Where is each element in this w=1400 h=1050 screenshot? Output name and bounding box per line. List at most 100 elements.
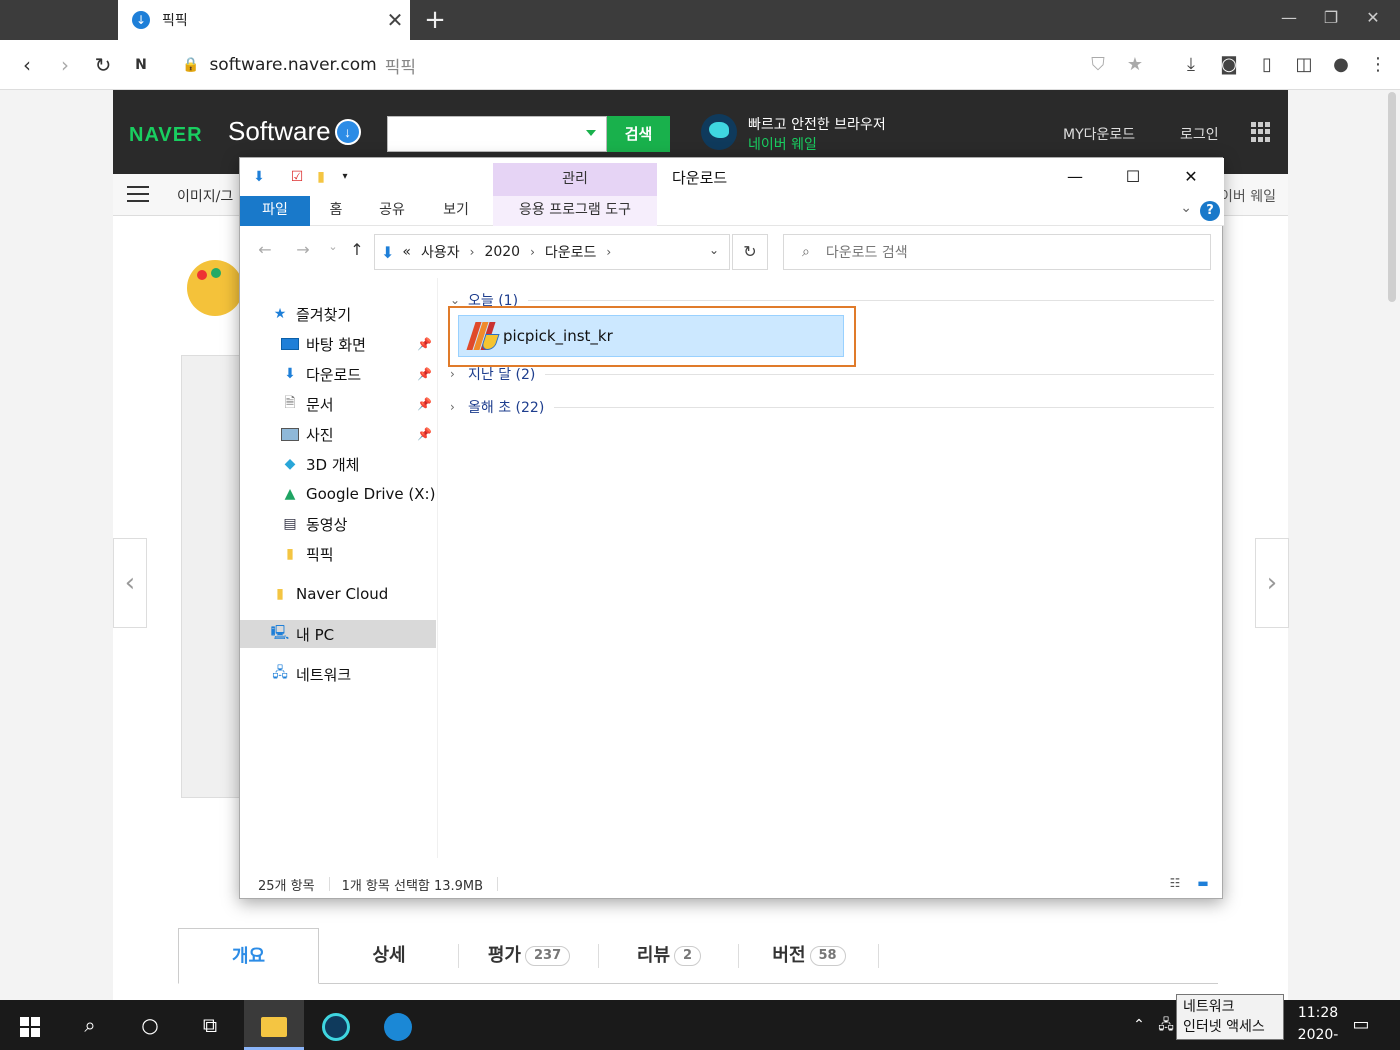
maximize-icon[interactable]: ☐ bbox=[1104, 162, 1162, 192]
nav-videos[interactable]: ▤ 동영상 bbox=[240, 510, 436, 538]
prev-arrow-icon[interactable]: ‹ bbox=[113, 538, 147, 628]
nav-3d-objects[interactable]: ◆ 3D 개체 bbox=[240, 450, 436, 478]
group-earlier-this-year[interactable]: › 올해 초 (22) bbox=[450, 395, 1214, 419]
sidebar-icon[interactable]: ◫ bbox=[1291, 52, 1317, 78]
chevron-right-icon[interactable]: › bbox=[450, 367, 462, 381]
chevron-up-icon[interactable]: ⌃ bbox=[1124, 1000, 1154, 1050]
minimize-icon[interactable]: — bbox=[1046, 162, 1104, 192]
pin-icon[interactable]: 📌 bbox=[417, 337, 432, 351]
search-icon[interactable]: ⌕ bbox=[60, 1000, 120, 1050]
notification-icon[interactable]: ▭ bbox=[1346, 1000, 1376, 1050]
close-icon[interactable]: ✕ bbox=[1162, 162, 1220, 192]
nav-quick-access[interactable]: ★ 즐겨찾기 bbox=[240, 300, 436, 328]
naver-logo[interactable]: NAVER bbox=[129, 124, 203, 147]
large-icons-view-icon[interactable]: ▬ bbox=[1194, 876, 1212, 890]
chevron-right-icon[interactable]: › bbox=[470, 245, 475, 259]
nav-desktop[interactable]: 바탕 화면 📌 bbox=[240, 330, 436, 358]
pin-icon[interactable]: 📌 bbox=[417, 427, 432, 441]
qat-dropdown-icon[interactable]: ▾ bbox=[336, 168, 354, 186]
apps-grid-icon[interactable] bbox=[1251, 122, 1271, 142]
crumb-2020[interactable]: 2020 bbox=[484, 244, 520, 260]
browser-tab-active[interactable]: ↓ 픽픽 ✕ bbox=[118, 0, 410, 40]
network-tray-icon[interactable]: 🖧 bbox=[1154, 1000, 1178, 1050]
new-tab-button[interactable]: + bbox=[420, 4, 450, 36]
up-icon[interactable]: ↑ bbox=[346, 240, 368, 262]
new-folder-icon[interactable]: ▮ bbox=[312, 168, 330, 186]
recent-dropdown-icon[interactable]: ⌄ bbox=[322, 240, 344, 262]
hamburger-menu-icon[interactable] bbox=[127, 186, 149, 204]
menu-icon[interactable]: ⋮ bbox=[1365, 52, 1391, 78]
dropdown-arrow-icon[interactable] bbox=[586, 130, 596, 136]
nav-documents[interactable]: 🗎 문서 📌 bbox=[240, 390, 436, 418]
ribbon-expand-icon[interactable]: ⌄ bbox=[1180, 200, 1192, 216]
next-arrow-icon[interactable]: › bbox=[1255, 538, 1289, 628]
login-link[interactable]: 로그인 bbox=[1180, 124, 1219, 144]
category-link[interactable]: 이미지/그 bbox=[177, 186, 233, 206]
naver-search-button[interactable]: 검색 bbox=[607, 116, 670, 152]
address-bar[interactable]: ⬇ « 사용자 › 2020 › 다운로드 › ⌄ bbox=[374, 234, 730, 270]
address-dropdown-icon[interactable]: ⌄ bbox=[709, 243, 719, 257]
camera-icon[interactable]: ◙ bbox=[1216, 52, 1242, 78]
software-logo[interactable]: Software ↓ bbox=[228, 116, 361, 147]
group-last-month[interactable]: › 지난 달 (2) bbox=[450, 362, 1214, 386]
star-icon[interactable]: ★ bbox=[1122, 52, 1148, 78]
file-explorer-taskbar-icon[interactable] bbox=[244, 1000, 304, 1050]
chevron-right-icon[interactable]: › bbox=[450, 400, 462, 414]
whale-promo-line2[interactable]: 네이버 웨일 bbox=[748, 134, 817, 154]
back-icon[interactable]: ‹ bbox=[12, 50, 42, 80]
forward-icon[interactable]: → bbox=[292, 240, 314, 262]
tab-version[interactable]: 버전 58 bbox=[739, 928, 879, 984]
reload-icon[interactable]: ↻ bbox=[88, 50, 118, 80]
page-scrollbar[interactable] bbox=[1388, 92, 1396, 302]
close-tab-icon[interactable]: ✕ bbox=[380, 8, 410, 32]
pin-icon[interactable]: 📌 bbox=[417, 397, 432, 411]
nav-network[interactable]: 🖧 네트워크 bbox=[240, 660, 436, 688]
download-icon[interactable]: ⤓ bbox=[1178, 52, 1204, 78]
profile-icon[interactable]: ● bbox=[1328, 52, 1354, 78]
tab-overview[interactable]: 개요 bbox=[178, 928, 319, 984]
chevron-right-icon[interactable]: › bbox=[606, 245, 611, 259]
crumb-downloads[interactable]: 다운로드 bbox=[545, 242, 597, 262]
tab-detail[interactable]: 상세 bbox=[319, 928, 459, 984]
whale-promo-line1[interactable]: 빠르고 안전한 브라우저 bbox=[748, 114, 886, 134]
tab-home[interactable]: 홈 bbox=[318, 196, 354, 226]
naver-home-icon[interactable]: N bbox=[126, 50, 156, 80]
explorer-search-input[interactable]: ⌕ 다운로드 검색 bbox=[783, 234, 1211, 270]
nav-this-pc[interactable]: 🖳 내 PC bbox=[240, 620, 436, 648]
nav-pictures[interactable]: 사진 📌 bbox=[240, 420, 436, 448]
pin-icon[interactable]: 📌 bbox=[417, 367, 432, 381]
refresh-icon[interactable]: ↻ bbox=[732, 234, 768, 270]
tab-file[interactable]: 파일 bbox=[240, 196, 310, 226]
tab-review[interactable]: 리뷰 2 bbox=[599, 928, 739, 984]
shield-icon[interactable]: ⛉ bbox=[1085, 52, 1111, 78]
whale-logo-icon[interactable] bbox=[701, 114, 737, 150]
nav-google-drive[interactable]: ▲ Google Drive (X:) bbox=[240, 480, 436, 508]
edge-taskbar-icon[interactable] bbox=[368, 1000, 428, 1050]
tab-share[interactable]: 공유 bbox=[370, 196, 414, 226]
cortana-icon[interactable]: ○ bbox=[120, 1000, 180, 1050]
nav-picpick-folder[interactable]: ▮ 픽픽 bbox=[240, 540, 436, 568]
tab-rating[interactable]: 평가 237 bbox=[459, 928, 599, 984]
task-view-icon[interactable]: ⧉ bbox=[180, 1000, 240, 1050]
address-overflow[interactable]: « bbox=[402, 244, 411, 260]
whale-taskbar-icon[interactable] bbox=[306, 1000, 366, 1050]
chevron-right-icon[interactable]: › bbox=[530, 245, 535, 259]
minimize-icon[interactable]: — bbox=[1268, 0, 1310, 40]
nav-naver-cloud[interactable]: ▮ Naver Cloud bbox=[240, 580, 436, 608]
manage-context-tab[interactable]: 관리 bbox=[493, 163, 657, 196]
tab-app-tools[interactable]: 응용 프로그램 도구 bbox=[493, 196, 657, 226]
restore-icon[interactable]: ❐ bbox=[1310, 0, 1352, 40]
reader-icon[interactable]: ▯ bbox=[1254, 52, 1280, 78]
nav-downloads[interactable]: ⬇ 다운로드 📌 bbox=[240, 360, 436, 388]
my-download-link[interactable]: MY다운로드 bbox=[1063, 124, 1135, 144]
crumb-users[interactable]: 사용자 bbox=[421, 242, 460, 262]
clock[interactable]: 11:28 2020-10-26 bbox=[1288, 1002, 1348, 1050]
back-icon[interactable]: ← bbox=[254, 240, 276, 262]
naver-search-input[interactable] bbox=[387, 116, 607, 152]
details-view-icon[interactable]: ☷ bbox=[1166, 876, 1184, 890]
chevron-down-icon[interactable]: ⌄ bbox=[450, 293, 462, 307]
help-icon[interactable]: ? bbox=[1200, 201, 1220, 221]
url-field[interactable]: 🔒 software.naver.com 픽픽 bbox=[182, 52, 416, 78]
start-button[interactable] bbox=[0, 1000, 60, 1050]
file-item-picpick[interactable]: picpick_inst_kr bbox=[458, 315, 844, 357]
